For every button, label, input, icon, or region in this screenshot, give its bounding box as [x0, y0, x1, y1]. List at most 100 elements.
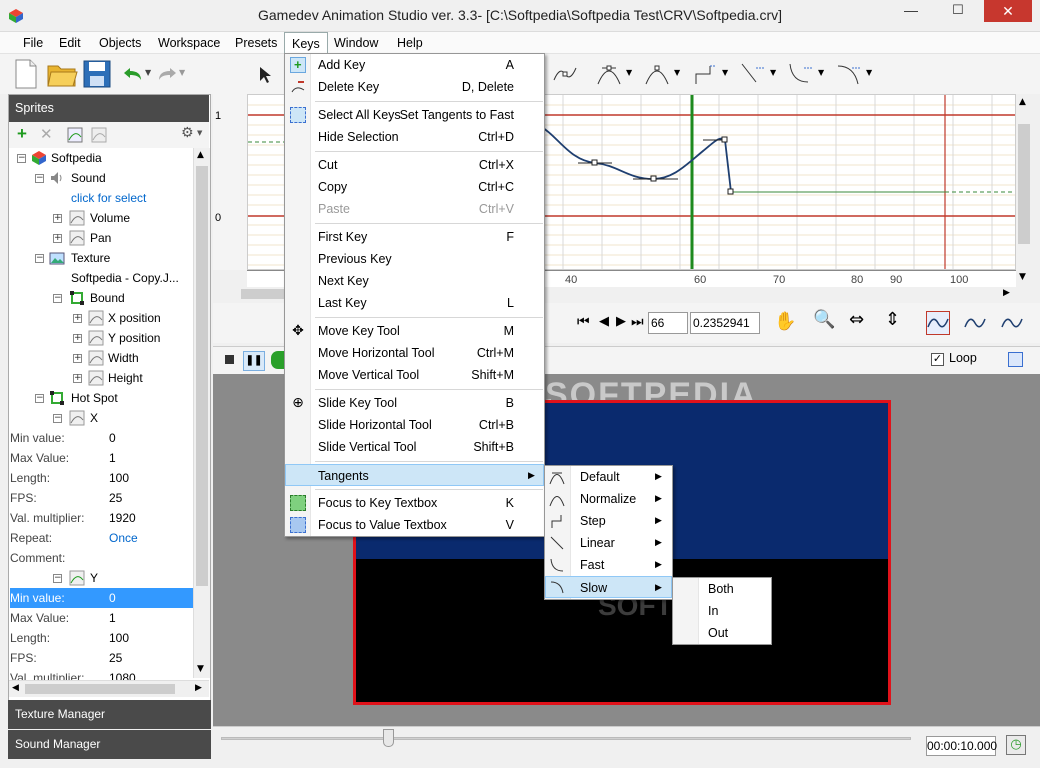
- hscroll-thumb[interactable]: [241, 289, 286, 299]
- collapse-icon[interactable]: −: [53, 414, 62, 423]
- menu-item-move-key-tool[interactable]: ✥ Move Key Tool M: [285, 320, 544, 342]
- tangent-handles[interactable]: [578, 139, 725, 180]
- menu-objects[interactable]: Objects: [92, 32, 148, 54]
- tree-item-hot-spot[interactable]: Hot Spot: [71, 388, 118, 408]
- prop-val-multiplier[interactable]: Val. multiplier: 1080: [10, 668, 193, 680]
- prop-min-value[interactable]: Min value: 0: [10, 428, 193, 448]
- hscroll-thumb[interactable]: [25, 684, 175, 694]
- menu-item-cut[interactable]: Cut Ctrl+X: [285, 154, 544, 176]
- collapse-icon[interactable]: −: [35, 174, 44, 183]
- collapse-icon[interactable]: −: [35, 394, 44, 403]
- save-icon[interactable]: [82, 59, 112, 89]
- dropdown-icon[interactable]: ▼: [626, 68, 632, 77]
- dropdown-icon[interactable]: ▼: [722, 68, 728, 77]
- menu-item-move-vertical-tool[interactable]: Move Vertical Tool Shift+M: [285, 364, 544, 386]
- play-icon[interactable]: [271, 351, 285, 369]
- expand-icon[interactable]: +: [73, 354, 82, 363]
- tangent-default-icon[interactable]: [596, 62, 622, 86]
- tangent-step-icon[interactable]: [692, 62, 718, 86]
- expand-icon[interactable]: +: [73, 334, 82, 343]
- menu-item-slide-horizontal-tool[interactable]: Slide Horizontal Tool Ctrl+B: [285, 414, 544, 436]
- view-curve-2-button[interactable]: [963, 311, 987, 335]
- expand-icon[interactable]: +: [53, 214, 62, 223]
- scroll-up-icon[interactable]: ▲: [1019, 97, 1026, 107]
- menu-file[interactable]: File: [16, 32, 50, 54]
- menu-item-tangents[interactable]: Tangents ▶: [285, 464, 544, 486]
- close-button[interactable]: ✕: [984, 0, 1032, 22]
- next-key-icon[interactable]: ▶: [616, 314, 626, 329]
- menu-item-delete-key[interactable]: Delete Key D, Delete: [285, 76, 544, 98]
- prop-fps[interactable]: FPS: 25: [10, 648, 193, 668]
- menu-item-step[interactable]: Step ▶: [545, 510, 672, 532]
- view-curve-1-button[interactable]: [926, 311, 950, 335]
- last-key-icon[interactable]: ⏭: [631, 314, 644, 330]
- tree-item-volume[interactable]: Volume: [90, 208, 130, 228]
- collapse-icon[interactable]: −: [17, 154, 26, 163]
- view-curve-3-button[interactable]: [1000, 311, 1024, 335]
- menu-keys[interactable]: Keys: [284, 32, 328, 55]
- menu-item-add-key[interactable]: + Add Key A: [285, 54, 544, 76]
- menu-item-next-key[interactable]: Next Key: [285, 270, 544, 292]
- menu-window[interactable]: Window: [327, 32, 385, 54]
- tree-item-x[interactable]: X: [90, 408, 98, 428]
- menu-item-slide-vertical-tool[interactable]: Slide Vertical Tool Shift+B: [285, 436, 544, 458]
- menu-item-previous-key[interactable]: Previous Key: [285, 248, 544, 270]
- open-folder-icon[interactable]: [46, 58, 78, 90]
- pause-button[interactable]: ❚❚: [243, 351, 265, 371]
- loop-checkbox[interactable]: ✓: [931, 353, 944, 366]
- menu-presets[interactable]: Presets: [228, 32, 284, 54]
- tree-item-bound[interactable]: Bound: [90, 288, 125, 308]
- tree-item-width[interactable]: Width: [108, 348, 139, 368]
- zoom-vertical-icon[interactable]: ⇕: [885, 309, 900, 330]
- key-value-textbox[interactable]: 0.2352941: [690, 312, 760, 334]
- zoom-horizontal-icon[interactable]: ⇔: [849, 309, 864, 330]
- collapse-icon[interactable]: −: [35, 254, 44, 263]
- undo-icon[interactable]: [122, 66, 144, 82]
- menu-item-move-horizontal-tool[interactable]: Move Horizontal Tool Ctrl+M: [285, 342, 544, 364]
- tree-hscrollbar[interactable]: ◀ ▶: [9, 680, 209, 697]
- texture-manager-tab[interactable]: Texture Manager: [8, 700, 211, 729]
- tree-scrollbar[interactable]: ▲ ▼: [193, 148, 210, 678]
- tangent-broken-icon[interactable]: [552, 62, 578, 86]
- menu-help[interactable]: Help: [390, 32, 430, 54]
- menu-item-hide-selection[interactable]: Hide Selection Ctrl+D: [285, 126, 544, 148]
- dropdown-icon[interactable]: ▼: [818, 68, 824, 77]
- expand-icon[interactable]: +: [73, 374, 82, 383]
- menu-edit[interactable]: Edit: [52, 32, 88, 54]
- click-for-select-link[interactable]: click for select: [71, 188, 146, 208]
- scroll-thumb[interactable]: [1018, 124, 1030, 244]
- dropdown-icon[interactable]: ▼: [674, 68, 680, 77]
- prop-length[interactable]: Length: 100: [10, 628, 193, 648]
- timeline-track[interactable]: [221, 737, 911, 740]
- menu-item-last-key[interactable]: Last Key L: [285, 292, 544, 314]
- menu-item-default[interactable]: Default ▶: [545, 466, 672, 488]
- tree-item-pan[interactable]: Pan: [90, 228, 111, 248]
- clock-icon[interactable]: ◷: [1006, 735, 1026, 755]
- collapse-icon[interactable]: −: [53, 294, 62, 303]
- expand-icon[interactable]: +: [73, 314, 82, 323]
- window-icon[interactable]: [1008, 352, 1023, 367]
- tree-item-sound[interactable]: Sound: [71, 168, 106, 188]
- prop-comment[interactable]: Comment:: [10, 548, 193, 568]
- menu-item-slide-key-tool[interactable]: ⊕ Slide Key Tool B: [285, 392, 544, 414]
- add-sprite-icon[interactable]: +: [17, 124, 27, 144]
- prop-length[interactable]: Length: 100: [10, 468, 193, 488]
- scroll-down-icon[interactable]: ▼: [197, 664, 204, 674]
- tree-item-y[interactable]: Y: [90, 568, 98, 588]
- menu-item-focus-value-textbox[interactable]: Focus to Value Textbox V: [285, 514, 544, 536]
- prop-fps[interactable]: FPS: 25: [10, 488, 193, 508]
- dropdown-icon[interactable]: ▼: [866, 68, 872, 77]
- gear-icon[interactable]: ⚙: [181, 125, 194, 141]
- dropdown-icon[interactable]: ▼: [770, 68, 776, 77]
- delete-sprite-icon[interactable]: ✕: [40, 125, 53, 143]
- menu-item-normalize[interactable]: Normalize ▶: [545, 488, 672, 510]
- prop-max-value[interactable]: Max Value: 1: [10, 448, 193, 468]
- keyframe[interactable]: [650, 175, 657, 182]
- menu-item-in[interactable]: In: [673, 600, 771, 622]
- keyframe[interactable]: [591, 159, 598, 166]
- scroll-down-icon[interactable]: ▼: [1019, 272, 1026, 282]
- menu-item-linear[interactable]: Linear ▶: [545, 532, 672, 554]
- menu-workspace[interactable]: Workspace: [151, 32, 227, 54]
- remove-curve-icon[interactable]: [91, 127, 107, 143]
- prop-repeat[interactable]: Repeat: Once: [10, 528, 193, 548]
